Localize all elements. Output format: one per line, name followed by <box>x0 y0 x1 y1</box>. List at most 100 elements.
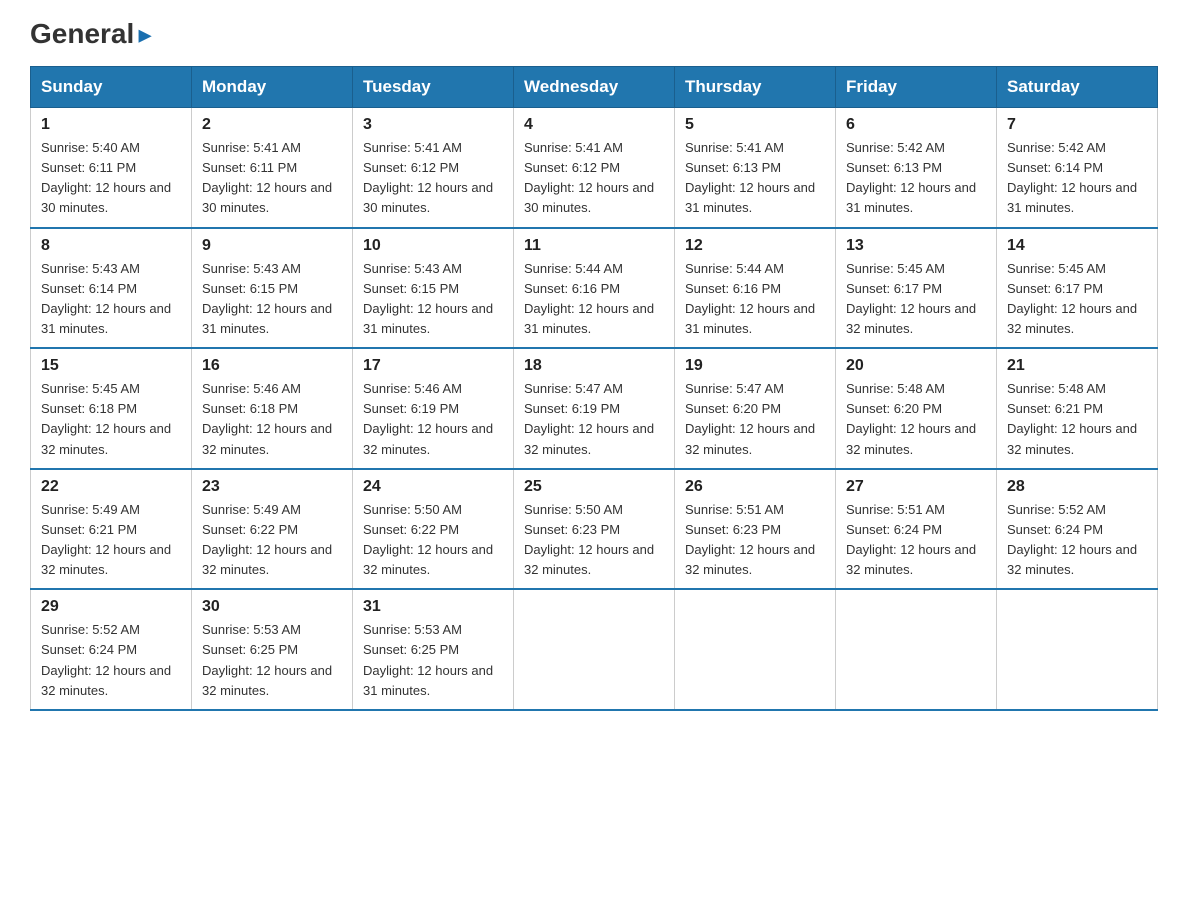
day-info: Sunrise: 5:41 AMSunset: 6:12 PMDaylight:… <box>524 138 664 219</box>
column-header-monday: Monday <box>192 67 353 108</box>
day-info: Sunrise: 5:49 AMSunset: 6:21 PMDaylight:… <box>41 500 181 581</box>
calendar-week-row: 1 Sunrise: 5:40 AMSunset: 6:11 PMDaylight… <box>31 108 1158 228</box>
calendar-cell: 28Sunrise: 5:52 AMSunset: 6:24 PMDayligh… <box>997 469 1158 590</box>
calendar-cell: 30 Sunrise: 5:53 AMSunset: 6:25 PMDayligh… <box>192 589 353 710</box>
day-number: 5 <box>685 116 825 134</box>
day-number: 1 <box>41 116 181 134</box>
column-header-thursday: Thursday <box>675 67 836 108</box>
day-info: Sunrise: 5:53 AMSunset: 6:25 PMDaylight:… <box>363 620 503 701</box>
day-number: 25 <box>524 478 664 496</box>
day-info: Sunrise: 5:43 AMSunset: 6:14 PMDaylight:… <box>41 259 181 340</box>
calendar-cell: 15 Sunrise: 5:45 AMSunset: 6:18 PMDayligh… <box>31 348 192 469</box>
calendar-header-row: SundayMondayTuesdayWednesdayThursdayFrid… <box>31 67 1158 108</box>
day-info: Sunrise: 5:50 AMSunset: 6:23 PMDaylight:… <box>524 500 664 581</box>
day-number: 29 <box>41 598 181 616</box>
calendar-cell: 18Sunrise: 5:47 AMSunset: 6:19 PMDayligh… <box>514 348 675 469</box>
column-header-tuesday: Tuesday <box>353 67 514 108</box>
calendar-week-row: 8 Sunrise: 5:43 AMSunset: 6:14 PMDaylight… <box>31 228 1158 349</box>
column-header-sunday: Sunday <box>31 67 192 108</box>
day-number: 26 <box>685 478 825 496</box>
day-number: 9 <box>202 237 342 255</box>
day-info: Sunrise: 5:42 AMSunset: 6:13 PMDaylight:… <box>846 138 986 219</box>
day-number: 11 <box>524 237 664 255</box>
calendar-cell: 27 Sunrise: 5:51 AMSunset: 6:24 PMDayligh… <box>836 469 997 590</box>
calendar-cell: 24 Sunrise: 5:50 AMSunset: 6:22 PMDayligh… <box>353 469 514 590</box>
calendar-cell: 1 Sunrise: 5:40 AMSunset: 6:11 PMDaylight… <box>31 108 192 228</box>
calendar-cell: 19Sunrise: 5:47 AMSunset: 6:20 PMDayligh… <box>675 348 836 469</box>
calendar-cell: 3Sunrise: 5:41 AMSunset: 6:12 PMDaylight… <box>353 108 514 228</box>
day-info: Sunrise: 5:51 AMSunset: 6:23 PMDaylight:… <box>685 500 825 581</box>
calendar-week-row: 22 Sunrise: 5:49 AMSunset: 6:21 PMDayligh… <box>31 469 1158 590</box>
calendar-cell: 13 Sunrise: 5:45 AMSunset: 6:17 PMDayligh… <box>836 228 997 349</box>
calendar-cell: 10 Sunrise: 5:43 AMSunset: 6:15 PMDayligh… <box>353 228 514 349</box>
day-number: 18 <box>524 357 664 375</box>
day-number: 21 <box>1007 357 1147 375</box>
calendar-cell: 11Sunrise: 5:44 AMSunset: 6:16 PMDayligh… <box>514 228 675 349</box>
day-info: Sunrise: 5:46 AMSunset: 6:19 PMDaylight:… <box>363 379 503 460</box>
day-number: 17 <box>363 357 503 375</box>
calendar-cell: 22 Sunrise: 5:49 AMSunset: 6:21 PMDayligh… <box>31 469 192 590</box>
calendar-cell: 6 Sunrise: 5:42 AMSunset: 6:13 PMDaylight… <box>836 108 997 228</box>
day-number: 10 <box>363 237 503 255</box>
calendar-cell <box>997 589 1158 710</box>
page-header: General► <box>30 20 1158 48</box>
day-info: Sunrise: 5:41 AMSunset: 6:13 PMDaylight:… <box>685 138 825 219</box>
calendar-cell: 2 Sunrise: 5:41 AMSunset: 6:11 PMDaylight… <box>192 108 353 228</box>
day-number: 12 <box>685 237 825 255</box>
day-info: Sunrise: 5:48 AMSunset: 6:21 PMDaylight:… <box>1007 379 1147 460</box>
day-info: Sunrise: 5:45 AMSunset: 6:17 PMDaylight:… <box>1007 259 1147 340</box>
column-header-friday: Friday <box>836 67 997 108</box>
calendar-cell: 21 Sunrise: 5:48 AMSunset: 6:21 PMDayligh… <box>997 348 1158 469</box>
day-info: Sunrise: 5:50 AMSunset: 6:22 PMDaylight:… <box>363 500 503 581</box>
calendar-cell: 31 Sunrise: 5:53 AMSunset: 6:25 PMDayligh… <box>353 589 514 710</box>
day-number: 14 <box>1007 237 1147 255</box>
day-info: Sunrise: 5:47 AMSunset: 6:20 PMDaylight:… <box>685 379 825 460</box>
day-number: 15 <box>41 357 181 375</box>
day-info: Sunrise: 5:43 AMSunset: 6:15 PMDaylight:… <box>363 259 503 340</box>
logo-general-text: General► <box>30 20 156 48</box>
calendar-cell <box>675 589 836 710</box>
day-number: 23 <box>202 478 342 496</box>
calendar-cell: 4 Sunrise: 5:41 AMSunset: 6:12 PMDaylight… <box>514 108 675 228</box>
calendar-cell: 17 Sunrise: 5:46 AMSunset: 6:19 PMDayligh… <box>353 348 514 469</box>
day-number: 20 <box>846 357 986 375</box>
day-number: 4 <box>524 116 664 134</box>
day-number: 6 <box>846 116 986 134</box>
calendar-cell: 14 Sunrise: 5:45 AMSunset: 6:17 PMDayligh… <box>997 228 1158 349</box>
day-number: 2 <box>202 116 342 134</box>
day-info: Sunrise: 5:40 AMSunset: 6:11 PMDaylight:… <box>41 138 181 219</box>
day-info: Sunrise: 5:45 AMSunset: 6:18 PMDaylight:… <box>41 379 181 460</box>
day-info: Sunrise: 5:52 AMSunset: 6:24 PMDaylight:… <box>41 620 181 701</box>
column-header-saturday: Saturday <box>997 67 1158 108</box>
calendar-cell: 20 Sunrise: 5:48 AMSunset: 6:20 PMDayligh… <box>836 348 997 469</box>
calendar-cell: 7Sunrise: 5:42 AMSunset: 6:14 PMDaylight… <box>997 108 1158 228</box>
day-info: Sunrise: 5:41 AMSunset: 6:11 PMDaylight:… <box>202 138 342 219</box>
calendar-cell <box>514 589 675 710</box>
day-number: 3 <box>363 116 503 134</box>
day-info: Sunrise: 5:52 AMSunset: 6:24 PMDaylight:… <box>1007 500 1147 581</box>
calendar-week-row: 29 Sunrise: 5:52 AMSunset: 6:24 PMDayligh… <box>31 589 1158 710</box>
calendar-cell: 26 Sunrise: 5:51 AMSunset: 6:23 PMDayligh… <box>675 469 836 590</box>
calendar-week-row: 15 Sunrise: 5:45 AMSunset: 6:18 PMDayligh… <box>31 348 1158 469</box>
day-number: 22 <box>41 478 181 496</box>
day-number: 31 <box>363 598 503 616</box>
day-number: 16 <box>202 357 342 375</box>
day-info: Sunrise: 5:51 AMSunset: 6:24 PMDaylight:… <box>846 500 986 581</box>
calendar-cell <box>836 589 997 710</box>
day-info: Sunrise: 5:48 AMSunset: 6:20 PMDaylight:… <box>846 379 986 460</box>
calendar-cell: 16Sunrise: 5:46 AMSunset: 6:18 PMDayligh… <box>192 348 353 469</box>
day-info: Sunrise: 5:45 AMSunset: 6:17 PMDaylight:… <box>846 259 986 340</box>
day-number: 30 <box>202 598 342 616</box>
day-number: 13 <box>846 237 986 255</box>
calendar-cell: 29 Sunrise: 5:52 AMSunset: 6:24 PMDayligh… <box>31 589 192 710</box>
day-number: 27 <box>846 478 986 496</box>
day-number: 24 <box>363 478 503 496</box>
calendar-cell: 25 Sunrise: 5:50 AMSunset: 6:23 PMDayligh… <box>514 469 675 590</box>
column-header-wednesday: Wednesday <box>514 67 675 108</box>
day-info: Sunrise: 5:42 AMSunset: 6:14 PMDaylight:… <box>1007 138 1147 219</box>
day-info: Sunrise: 5:53 AMSunset: 6:25 PMDaylight:… <box>202 620 342 701</box>
day-info: Sunrise: 5:44 AMSunset: 6:16 PMDaylight:… <box>685 259 825 340</box>
calendar-cell: 5 Sunrise: 5:41 AMSunset: 6:13 PMDaylight… <box>675 108 836 228</box>
calendar-cell: 9Sunrise: 5:43 AMSunset: 6:15 PMDaylight… <box>192 228 353 349</box>
day-number: 8 <box>41 237 181 255</box>
